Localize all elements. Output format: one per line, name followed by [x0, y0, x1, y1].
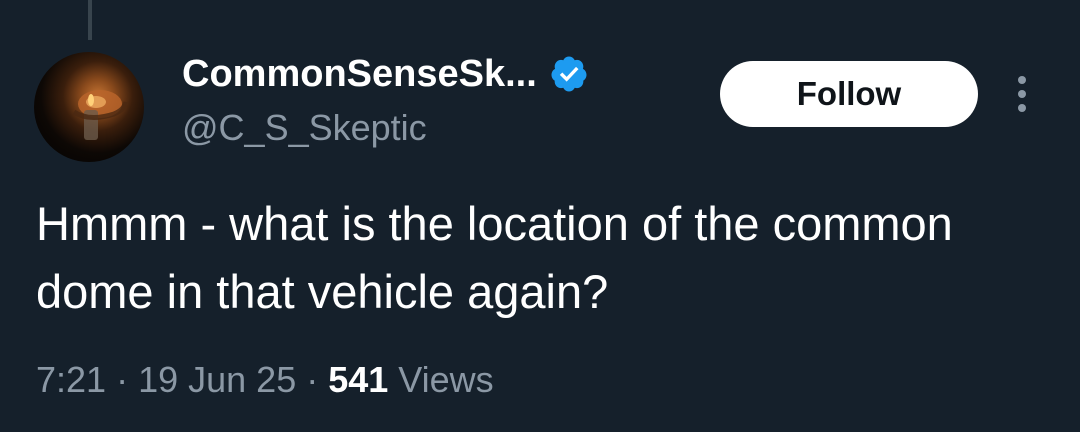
tweet-card: CommonSenseSk... @C_S_Skeptic Follow Hmm… — [0, 0, 1080, 432]
author-name-row[interactable]: CommonSenseSk... — [182, 50, 589, 98]
tweet-time[interactable]: 7:21 — [36, 354, 106, 406]
tweet-metadata: 7:21 · 19 Jun 25 · 541 Views — [36, 354, 494, 406]
tweet-date[interactable]: 19 Jun 25 — [138, 354, 296, 406]
views-count[interactable]: 541 — [328, 354, 388, 406]
author-display-name[interactable]: CommonSenseSk... — [182, 50, 537, 98]
meta-separator: · — [306, 359, 319, 400]
tweet-body-text: Hmmm - what is the location of the commo… — [36, 197, 953, 318]
avatar[interactable] — [34, 52, 144, 162]
follow-button[interactable]: Follow — [720, 61, 978, 127]
views-label[interactable]: Views — [398, 354, 493, 406]
verified-badge-icon — [551, 56, 587, 92]
thread-connector-line — [88, 0, 92, 40]
candle-in-hand-icon — [72, 90, 129, 140]
meta-separator: · — [116, 359, 129, 400]
more-options-icon[interactable] — [1010, 72, 1034, 116]
author-handle[interactable]: @C_S_Skeptic — [182, 104, 427, 152]
